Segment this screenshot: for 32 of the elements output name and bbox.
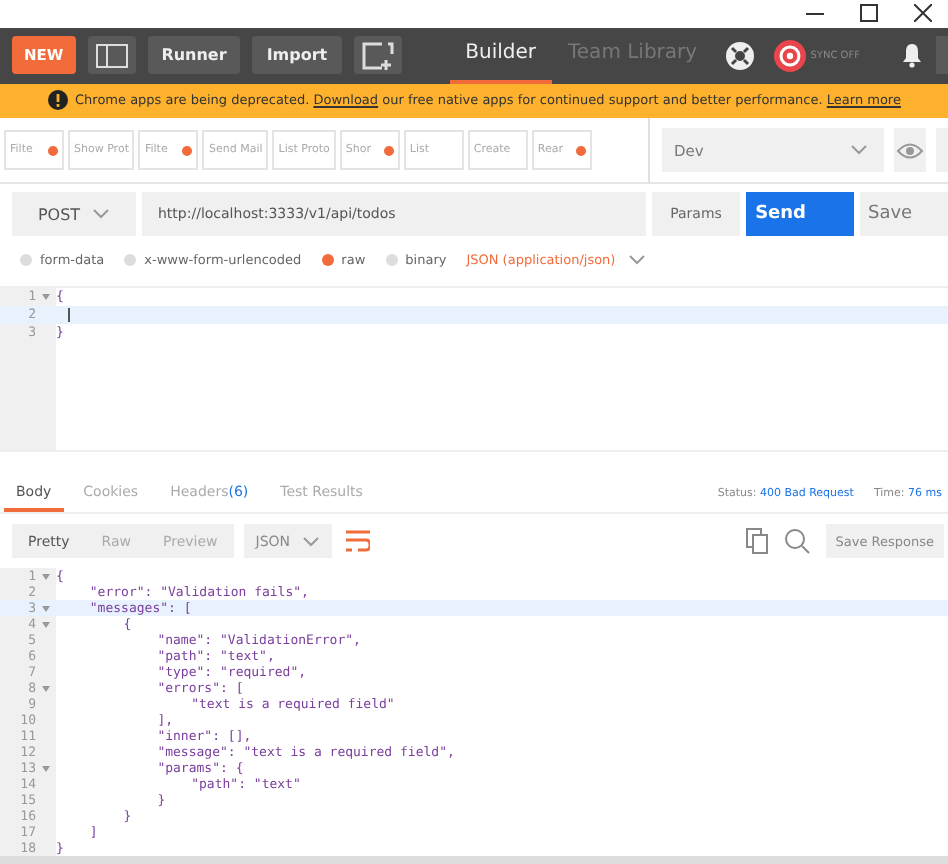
fold-arrow-icon[interactable] — [42, 293, 50, 300]
search-icon[interactable] — [783, 528, 810, 554]
send-button[interactable]: Send — [746, 192, 854, 237]
save-button[interactable]: Save — [860, 192, 948, 237]
close-icon[interactable] — [914, 4, 932, 23]
method-dropdown[interactable]: POST — [12, 192, 136, 237]
chevron-icon — [627, 253, 646, 266]
new-window-button[interactable] — [353, 36, 402, 75]
chevron-icon — [92, 208, 111, 221]
fold-arrow-icon[interactable] — [42, 621, 50, 627]
eye-icon[interactable] — [894, 128, 926, 173]
fold-arrow-icon[interactable] — [42, 685, 50, 691]
bell-icon[interactable] — [900, 42, 924, 69]
fold-arrow-icon[interactable] — [42, 573, 50, 579]
wrap-lines-icon[interactable] — [342, 526, 375, 556]
unsaved-dot — [182, 145, 193, 156]
unsaved-dot — [575, 145, 586, 156]
text-cursor — [68, 307, 70, 322]
chevron-icon — [850, 144, 868, 157]
sidebar-toggle-button[interactable] — [87, 36, 136, 75]
import-button[interactable]: Import — [252, 36, 342, 75]
maximize-icon[interactable] — [860, 4, 878, 23]
runner-button[interactable]: Runner — [147, 36, 241, 75]
chevron-icon — [302, 535, 321, 547]
sync-icon[interactable] — [774, 39, 807, 72]
copy-icon[interactable] — [745, 528, 768, 554]
fold-arrow-icon[interactable] — [42, 765, 50, 771]
satellite-icon[interactable] — [726, 41, 755, 70]
warning-icon — [47, 90, 68, 111]
fold-arrow-icon[interactable] — [42, 605, 50, 611]
unsaved-dot — [383, 145, 394, 156]
unsaved-dot — [48, 145, 58, 156]
